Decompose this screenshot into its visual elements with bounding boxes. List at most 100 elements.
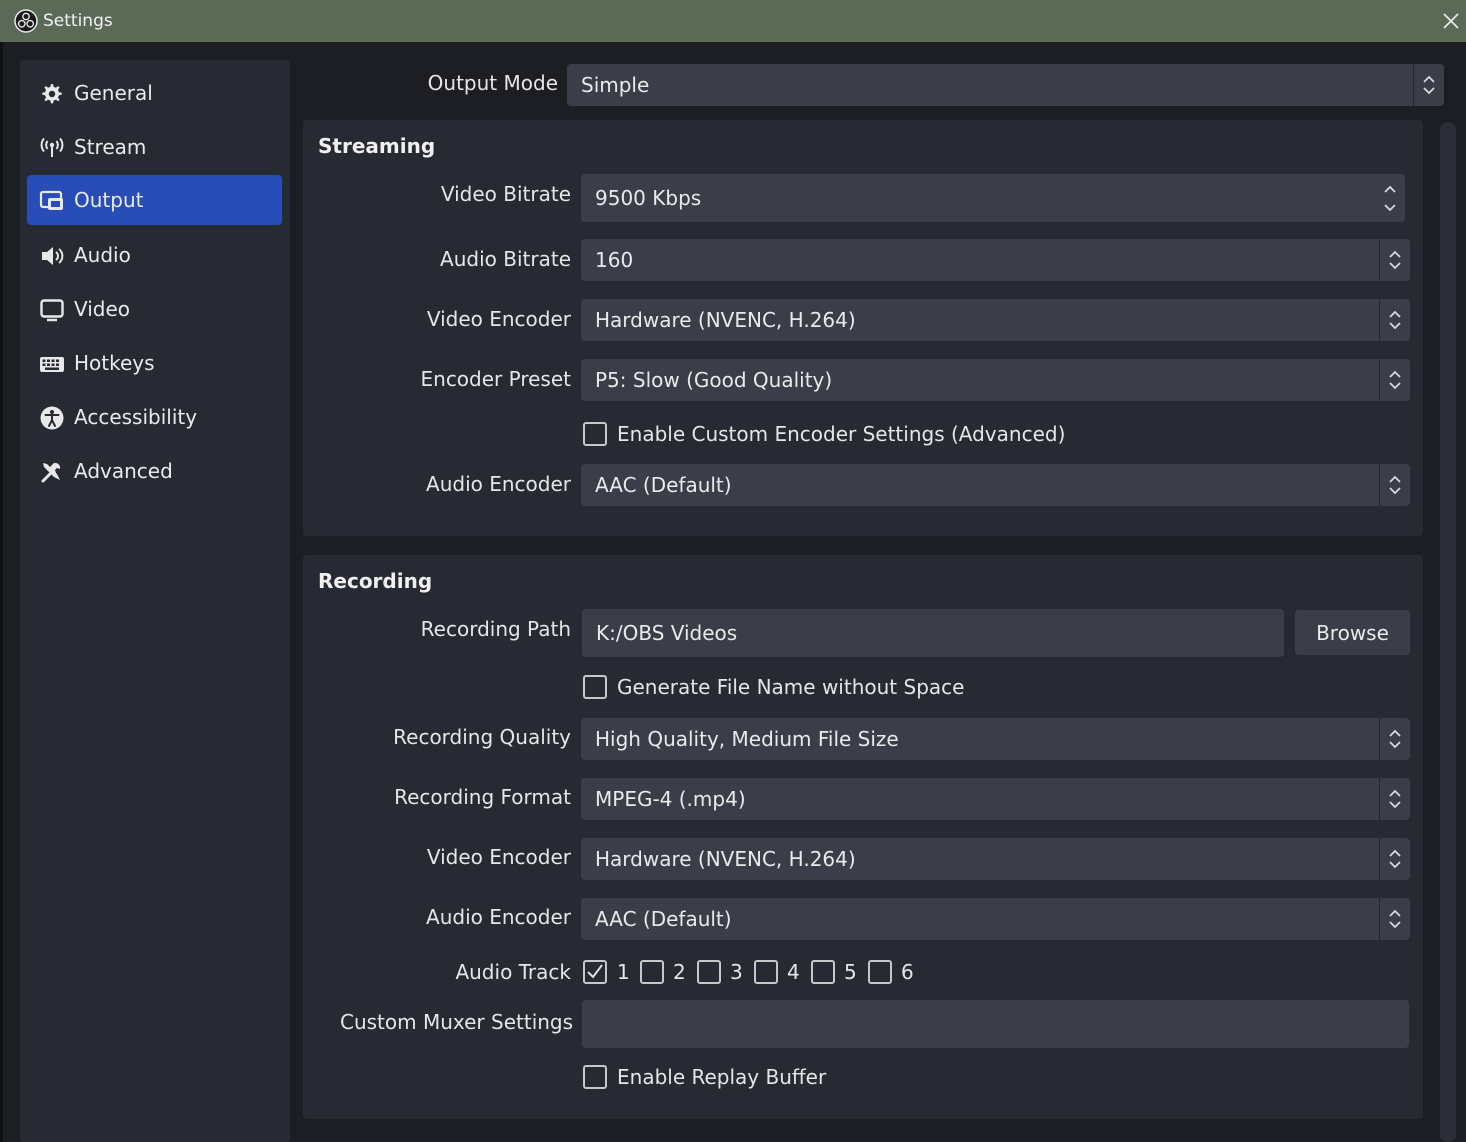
replay-buffer-label: Enable Replay Buffer [617, 1065, 827, 1089]
rec-audio-encoder-label: Audio Encoder [426, 905, 571, 929]
sidebar-item-accessibility[interactable]: Accessibility [27, 392, 282, 442]
chevron-up-down-icon [1389, 849, 1401, 869]
output-mode-spinner[interactable] [1413, 64, 1444, 106]
recording-quality-label: Recording Quality [393, 725, 571, 749]
encoder-preset-value: P5: Slow (Good Quality) [595, 368, 833, 392]
checkmark-icon [587, 964, 603, 979]
stream-audio-encoder-value: AAC (Default) [595, 473, 732, 497]
custom-muxer-label: Custom Muxer Settings [340, 1010, 574, 1034]
encoder-preset-spinner[interactable] [1379, 359, 1410, 401]
keyboard-icon [40, 357, 64, 372]
accessibility-icon [40, 406, 64, 430]
custom-encoder-label: Enable Custom Encoder Settings (Advanced… [617, 422, 1066, 446]
browse-button[interactable]: Browse [1295, 610, 1410, 655]
chevron-up-down-icon [1389, 909, 1401, 929]
video-bitrate-stepper[interactable] [1375, 174, 1405, 222]
audio-track-3-label: 3 [730, 960, 743, 984]
sidebar-item-general[interactable]: General [27, 68, 282, 118]
stream-video-encoder-spinner[interactable] [1379, 299, 1410, 341]
sidebar-item-video[interactable]: Video [27, 284, 282, 334]
audio-bitrate-label: Audio Bitrate [440, 247, 571, 271]
sidebar-item-output[interactable]: Output [27, 175, 282, 225]
sidebar-item-stream[interactable]: Stream [27, 122, 282, 172]
audio-track-2-label: 2 [673, 960, 686, 984]
sidebar-item-label: Advanced [74, 459, 173, 483]
audio-bitrate-spinner[interactable] [1379, 239, 1410, 281]
audio-track-4-checkbox[interactable] [754, 960, 778, 984]
no-space-label: Generate File Name without Space [617, 675, 965, 699]
rec-audio-encoder-value: AAC (Default) [595, 907, 732, 931]
video-bitrate-value: 9500 Kbps [595, 186, 702, 210]
replay-buffer-checkbox[interactable] [583, 1065, 607, 1089]
window-title: Settings [43, 11, 113, 31]
video-bitrate-label: Video Bitrate [440, 182, 571, 206]
audio-track-1-checkbox[interactable] [583, 960, 607, 984]
stream-video-encoder-select[interactable]: Hardware (NVENC, H.264) [581, 299, 1410, 341]
speaker-icon [42, 247, 64, 265]
rec-video-encoder-spinner[interactable] [1379, 838, 1410, 880]
audio-track-3-checkbox[interactable] [697, 960, 721, 984]
chevron-up-down-icon [1389, 310, 1401, 330]
sidebar-item-label: Audio [74, 243, 131, 267]
settings-sidebar: General Stream Output Audio Video Hotkey… [20, 60, 290, 1142]
no-space-checkbox[interactable] [583, 675, 607, 699]
stream-video-encoder-value: Hardware (NVENC, H.264) [595, 308, 856, 332]
sidebar-item-hotkeys[interactable]: Hotkeys [27, 338, 282, 388]
custom-encoder-checkbox[interactable] [583, 422, 607, 446]
rec-audio-encoder-spinner[interactable] [1379, 898, 1410, 940]
stream-audio-encoder-spinner[interactable] [1379, 464, 1410, 506]
audio-bitrate-select[interactable]: 160 [581, 239, 1410, 281]
recording-title: Recording [318, 569, 433, 593]
chevron-up-down-icon [1389, 250, 1401, 270]
audio-track-1-label: 1 [617, 960, 630, 984]
output-mode-value: Simple [581, 73, 650, 97]
stream-video-encoder-label: Video Encoder [426, 307, 571, 331]
scrollbar[interactable] [1440, 122, 1456, 1142]
sidebar-item-label: Hotkeys [74, 351, 155, 375]
recording-quality-spinner[interactable] [1379, 718, 1410, 760]
custom-muxer-input[interactable] [582, 1000, 1409, 1048]
recording-format-select[interactable]: MPEG-4 (.mp4) [581, 778, 1410, 820]
rec-video-encoder-value: Hardware (NVENC, H.264) [595, 847, 856, 871]
chevron-up-down-icon [1389, 475, 1401, 495]
audio-track-6-checkbox[interactable] [868, 960, 892, 984]
chevron-up-down-icon [1423, 75, 1435, 95]
audio-track-5-checkbox[interactable] [811, 960, 835, 984]
sidebar-item-label: Accessibility [74, 405, 198, 429]
video-bitrate-spinbox[interactable]: 9500 Kbps [581, 174, 1405, 222]
recording-format-spinner[interactable] [1379, 778, 1410, 820]
sidebar-item-label: Stream [74, 135, 147, 159]
recording-path-value: K:/OBS Videos [596, 621, 738, 645]
stream-audio-encoder-select[interactable]: AAC (Default) [581, 464, 1410, 506]
chevron-up-down-icon [1389, 370, 1401, 390]
close-icon[interactable] [1438, 8, 1464, 34]
output-mode-label: Output Mode [427, 71, 558, 95]
monitor-icon [40, 299, 64, 322]
encoder-preset-label: Encoder Preset [420, 367, 572, 391]
sidebar-item-label: Video [74, 297, 131, 321]
rec-video-encoder-label: Video Encoder [426, 845, 571, 869]
sidebar-item-label: General [74, 81, 153, 105]
audio-bitrate-value: 160 [595, 248, 634, 272]
sidebar-item-audio[interactable]: Audio [27, 230, 282, 280]
encoder-preset-select[interactable]: P5: Slow (Good Quality) [581, 359, 1410, 401]
recording-path-input[interactable]: K:/OBS Videos [582, 609, 1284, 657]
recording-format-value: MPEG-4 (.mp4) [595, 787, 746, 811]
chevron-up-down-icon [1389, 789, 1401, 809]
sidebar-item-label: Output [74, 188, 144, 212]
chevron-up-down-icon [1384, 185, 1396, 212]
sidebar-item-advanced[interactable]: Advanced [27, 446, 282, 496]
broadcast-icon [40, 137, 64, 157]
chevron-up-down-icon [1389, 729, 1401, 749]
rec-audio-encoder-select[interactable]: AAC (Default) [581, 898, 1410, 940]
rec-video-encoder-select[interactable]: Hardware (NVENC, H.264) [581, 838, 1410, 880]
tools-icon [41, 462, 61, 483]
recording-path-label: Recording Path [420, 617, 571, 641]
recording-quality-select[interactable]: High Quality, Medium File Size [581, 718, 1410, 760]
audio-track-5-label: 5 [844, 960, 857, 984]
title-bar: Settings [0, 0, 1466, 42]
audio-track-label: Audio Track [455, 960, 571, 984]
audio-track-4-label: 4 [787, 960, 800, 984]
audio-track-2-checkbox[interactable] [640, 960, 664, 984]
output-mode-select[interactable]: Simple [567, 64, 1444, 106]
